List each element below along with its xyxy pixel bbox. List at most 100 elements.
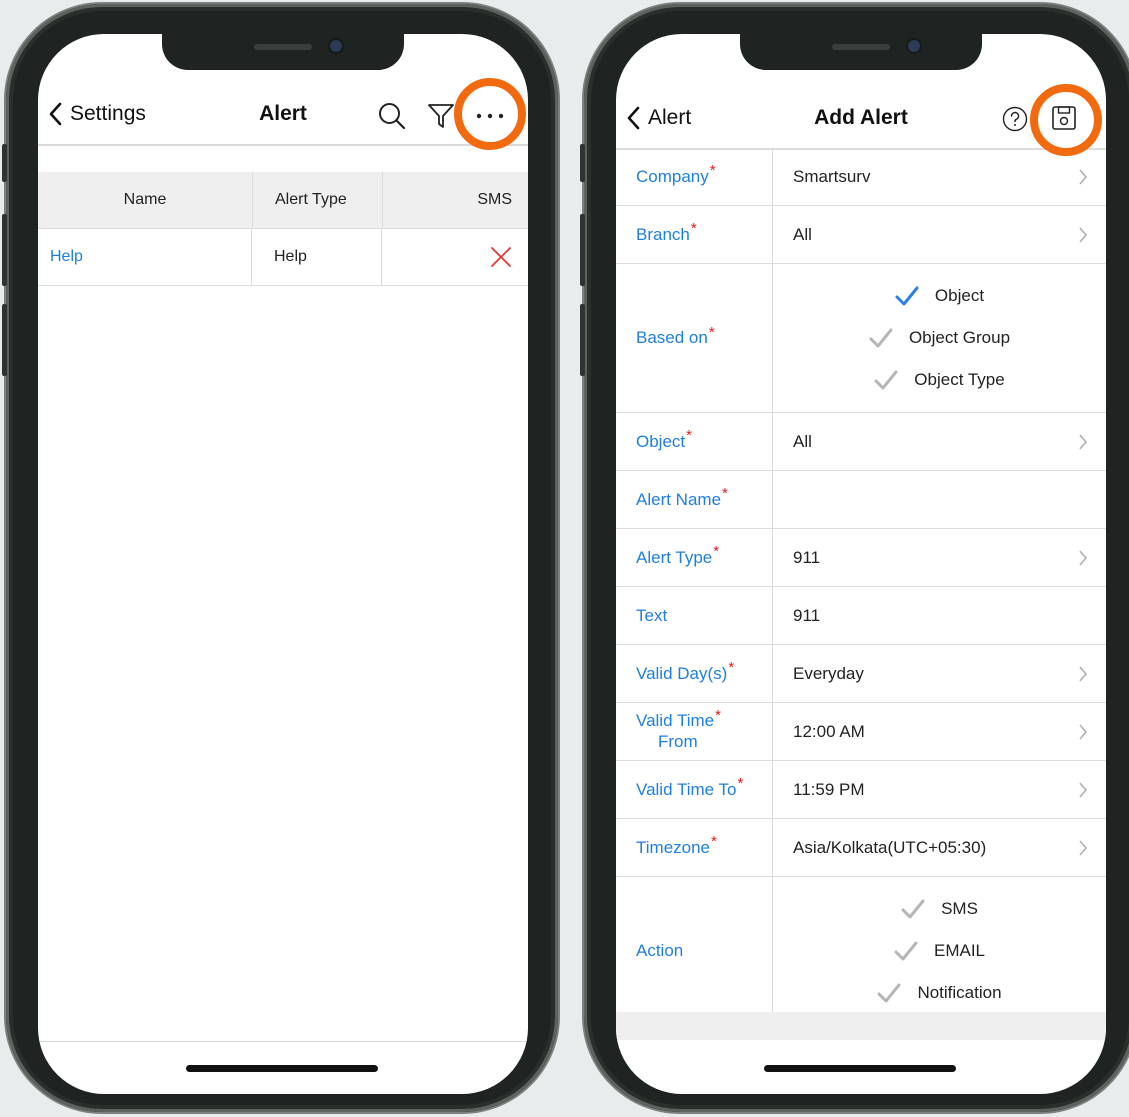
required-asterisk: * [722, 485, 728, 502]
option-email[interactable]: EMAIL [894, 930, 985, 972]
required-asterisk: * [708, 323, 715, 341]
alert-type-row[interactable]: Alert Type * 911 [616, 529, 1106, 587]
branch-row[interactable]: Branch * All [616, 206, 1106, 264]
column-header-name: Name [123, 191, 167, 208]
alert-type-value: 911 [793, 547, 821, 567]
chevron-left-icon [49, 102, 62, 126]
highlight-ring [1030, 84, 1102, 156]
valid-days-row[interactable]: Valid Day(s) * Everyday [616, 645, 1106, 703]
field-label: Branch * [616, 206, 773, 263]
checkmark-icon [901, 899, 925, 919]
required-asterisk: * [737, 775, 744, 792]
required-asterisk: * [686, 427, 692, 444]
volume-up-button [580, 214, 585, 286]
required-asterisk: * [711, 833, 717, 850]
field-label: Timezone * [616, 819, 773, 876]
chevron-right-icon [1079, 839, 1088, 856]
based-on-row: Based on * Object Object Group Object Typ… [616, 264, 1106, 413]
screen-add-alert: Add Alert Alert Company * Smartsurv Branc… [616, 34, 1106, 1094]
chevron-right-icon [1079, 781, 1088, 798]
cross-icon [491, 247, 511, 267]
field-label: Company * [616, 148, 773, 205]
back-label: Settings [70, 102, 146, 125]
checkmark-selected-icon [895, 286, 919, 306]
mute-switch [580, 144, 585, 182]
help-icon [1002, 106, 1028, 132]
volume-up-button [2, 214, 7, 286]
field-label: Valid Day(s) * [616, 645, 773, 702]
alert-name-input[interactable] [773, 471, 1106, 528]
volume-down-button [2, 304, 7, 376]
alert-type-cell: Help [274, 248, 307, 265]
valid-time-from-row[interactable]: Valid Time* From 12:00 AM [616, 703, 1106, 761]
table-header: Name Alert Type SMS [38, 172, 528, 229]
column-header-alert-type: Alert Type [275, 191, 347, 208]
company-row[interactable]: Company * Smartsurv [616, 148, 1106, 206]
alert-name-link[interactable]: Help [50, 248, 83, 266]
branch-value: All [793, 224, 812, 244]
filter-button[interactable] [426, 100, 456, 132]
phone-frame-left: Alert Settings Name Alert Type SMS Help … [2, 4, 558, 1112]
chevron-right-icon [1079, 549, 1088, 566]
option-object-group[interactable]: Object Group [869, 317, 1010, 359]
field-label: Alert Name * [616, 471, 773, 528]
highlight-ring [454, 78, 526, 150]
valid-days-value: Everyday [793, 663, 864, 683]
search-button[interactable] [376, 100, 408, 132]
required-asterisk: * [713, 543, 720, 560]
field-label: Alert Type * [616, 529, 773, 586]
mute-switch [2, 144, 7, 182]
action-row: Action SMS EMAIL Notification [616, 877, 1106, 1026]
text-input[interactable]: 911 [773, 587, 1106, 644]
required-asterisk: * [728, 659, 735, 676]
back-button[interactable]: Settings [48, 102, 146, 126]
object-row[interactable]: Object * All [616, 413, 1106, 471]
volume-down-button [580, 304, 585, 376]
timezone-row[interactable]: Timezone * Asia/Kolkata(UTC+05:30) [616, 819, 1106, 877]
text-row: Text 911 [616, 587, 1106, 645]
field-label: Text [616, 587, 773, 644]
bottom-divider [38, 1041, 528, 1042]
back-label: Alert [648, 106, 692, 129]
notch [162, 34, 404, 70]
chevron-right-icon [1079, 433, 1088, 450]
valid-time-from-value: 12:00 AM [793, 721, 865, 741]
alert-table: Name Alert Type SMS Help Help [38, 172, 528, 286]
checkmark-icon [869, 328, 893, 348]
option-object[interactable]: Object [895, 275, 984, 317]
valid-time-to-row[interactable]: Valid Time To * 11:59 PM [616, 761, 1106, 819]
option-sms[interactable]: SMS [901, 888, 978, 930]
search-icon [379, 103, 406, 130]
chevron-right-icon [1079, 723, 1088, 740]
valid-time-to-value: 11:59 PM [793, 779, 865, 799]
phone-frame-right: Add Alert Alert Company * Smartsurv Branc… [580, 4, 1129, 1112]
home-indicator[interactable] [764, 1065, 956, 1072]
home-indicator[interactable] [186, 1065, 378, 1072]
option-object-type[interactable]: Object Type [874, 359, 1005, 401]
back-button[interactable]: Alert [626, 106, 691, 130]
required-asterisk: * [709, 162, 716, 179]
field-label: Valid Time* From [616, 703, 773, 760]
filter-icon [428, 104, 454, 128]
option-notification[interactable]: Notification [877, 972, 1002, 1014]
chevron-left-icon [627, 106, 640, 130]
column-header-sms: SMS [477, 191, 512, 208]
timezone-value: Asia/Kolkata(UTC+05:30) [793, 837, 987, 857]
checkmark-icon [894, 941, 918, 961]
field-label: Action [616, 877, 773, 1025]
chevron-right-icon [1079, 665, 1088, 682]
chevron-right-icon [1079, 168, 1088, 185]
table-row[interactable]: Help Help [38, 229, 528, 286]
alert-name-row: Alert Name * [616, 471, 1106, 529]
required-asterisk: * [715, 707, 721, 724]
help-button[interactable] [1000, 104, 1030, 134]
company-value: Smartsurv [793, 166, 871, 186]
form-footer-band [616, 1012, 1106, 1040]
checkmark-icon [874, 370, 898, 390]
object-value: All [793, 431, 812, 451]
checkmark-icon [877, 983, 901, 1003]
required-asterisk: * [690, 220, 697, 237]
screen-alert-list: Alert Settings Name Alert Type SMS Help … [38, 34, 528, 1094]
field-label: Object * [616, 413, 773, 470]
notch [740, 34, 982, 70]
